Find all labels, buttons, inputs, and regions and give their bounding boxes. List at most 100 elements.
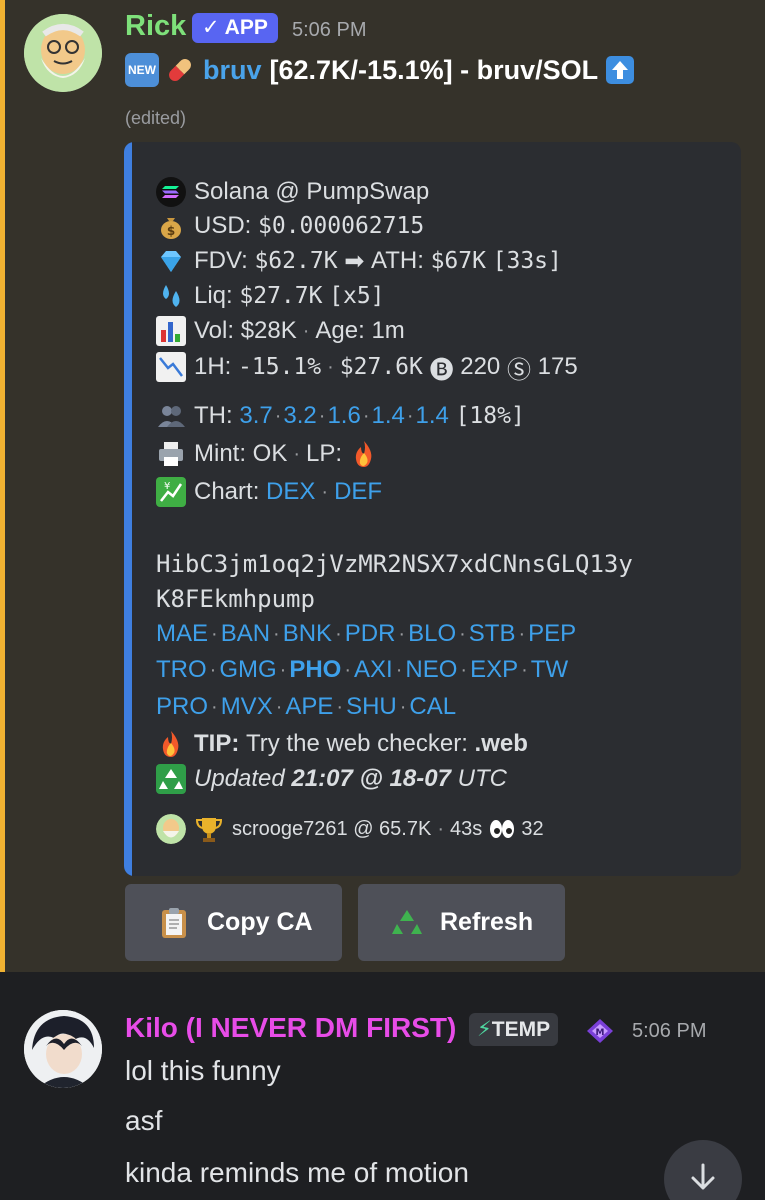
mention-highlight-bar bbox=[0, 0, 5, 972]
embed-accent-bar bbox=[124, 142, 132, 876]
kilo-message-line: asf bbox=[125, 1105, 163, 1136]
quick-link[interactable]: PDR bbox=[345, 620, 396, 648]
h1-volume: $27.6K bbox=[339, 354, 423, 380]
rick-timestamp: 5:06 PM bbox=[292, 19, 367, 41]
quick-link[interactable]: BLO bbox=[408, 620, 456, 648]
fire-icon bbox=[156, 729, 186, 759]
th-value[interactable]: 3.2 bbox=[283, 402, 316, 430]
h1-label: 1H: bbox=[194, 353, 232, 380]
money-bag-icon: $ bbox=[156, 211, 186, 241]
footer-time: 43s bbox=[450, 817, 483, 840]
gem-icon bbox=[156, 246, 186, 276]
copy-ca-button[interactable]: Copy CA bbox=[125, 884, 342, 961]
quick-link[interactable]: STB bbox=[469, 620, 516, 648]
fire-icon bbox=[349, 439, 379, 469]
arrow-down-icon bbox=[687, 1161, 719, 1198]
embed-chart-row: ¥ Chart: DEX · DEF bbox=[156, 475, 382, 509]
th-value[interactable]: 1.4 bbox=[416, 402, 449, 430]
quick-link[interactable]: MVX bbox=[221, 693, 273, 721]
embed-usd-row: $ USD: $0.000062715 bbox=[156, 209, 424, 243]
quick-link[interactable]: EXP bbox=[470, 656, 518, 684]
updated-time: 21:07 @ 18-07 bbox=[291, 765, 451, 792]
embed-vol-row: Vol: $28K · Age: 1m bbox=[156, 314, 405, 348]
tip-command: .web bbox=[474, 730, 528, 757]
ath-time: [33s] bbox=[492, 248, 562, 274]
title-text: [62.7K/-15.1%] - bruv/SOL bbox=[269, 54, 599, 85]
rick-username[interactable]: Rick bbox=[125, 10, 186, 43]
quick-link[interactable]: BNK bbox=[283, 620, 332, 648]
def-link[interactable]: DEF bbox=[334, 478, 382, 506]
lightning-icon: ⚡ bbox=[477, 1018, 492, 1041]
svg-text:¥: ¥ bbox=[164, 481, 170, 492]
h1-change: -15.1% bbox=[238, 354, 322, 380]
holders-icon bbox=[156, 401, 186, 431]
jump-to-bottom-button[interactable] bbox=[664, 1140, 742, 1200]
eyes-icon bbox=[488, 817, 516, 841]
usd-label: USD: bbox=[194, 212, 252, 239]
chart-label: Chart: bbox=[194, 478, 260, 505]
ath-value: $67K bbox=[430, 248, 486, 274]
svg-text:M: M bbox=[596, 1028, 605, 1038]
liq-value: $27.7K bbox=[239, 283, 323, 309]
sells-count: 175 bbox=[537, 353, 578, 380]
quick-link[interactable]: NEO bbox=[405, 656, 457, 684]
lp-label: LP: bbox=[306, 440, 343, 467]
updated-tz: UTC bbox=[457, 765, 507, 792]
kilo-message-line: lol this funny bbox=[125, 1055, 281, 1086]
solana-icon bbox=[156, 177, 186, 207]
embed-chain-row: Solana @ PumpSwap bbox=[156, 175, 429, 209]
server-tag-icon: M bbox=[586, 1018, 614, 1044]
quick-link[interactable]: BAN bbox=[221, 620, 270, 648]
arrow-right-icon: ➡ bbox=[344, 247, 365, 275]
contract-address-line2[interactable]: K8FEkmhpump bbox=[156, 582, 315, 616]
embed-tip-row: TIP: Try the web checker: .web bbox=[156, 727, 528, 761]
kilo-message-line: kinda reminds me of motion bbox=[125, 1157, 469, 1188]
quick-link[interactable]: TRO bbox=[156, 656, 207, 684]
quick-link[interactable]: MAE bbox=[156, 620, 208, 648]
th-value[interactable]: 1.6 bbox=[327, 402, 360, 430]
fdv-value: $62.7K bbox=[254, 248, 338, 274]
links-row-1: MAE · BAN · BNK · PDR · BLO · STB · PEP bbox=[156, 620, 577, 648]
refresh-button[interactable]: Refresh bbox=[358, 884, 565, 961]
pill-icon bbox=[163, 53, 197, 87]
token-link[interactable]: bruv bbox=[203, 55, 262, 86]
footer-avatar-icon bbox=[156, 814, 186, 844]
buy-icon: 🅑 bbox=[429, 356, 454, 384]
vol-label: Vol: $28K bbox=[194, 317, 297, 344]
contract-address-line1[interactable]: HibC3jm1oq2jVzMR2NSX7xdCNnsGLQ13y bbox=[156, 547, 633, 581]
quick-link[interactable]: APE bbox=[285, 693, 333, 721]
bar-chart-icon bbox=[156, 316, 186, 346]
quick-link[interactable]: CAL bbox=[409, 693, 456, 721]
mint-label: Mint: OK bbox=[194, 440, 288, 467]
fdv-label: FDV: bbox=[194, 247, 248, 274]
quick-link[interactable]: AXI bbox=[354, 656, 393, 684]
quick-link[interactable]: SHU bbox=[346, 693, 397, 721]
liq-label: Liq: bbox=[194, 282, 233, 309]
recycle-icon bbox=[390, 906, 424, 940]
th-label: TH: bbox=[194, 402, 233, 429]
copy-ca-label: Copy CA bbox=[207, 908, 313, 936]
footer-user: scrooge7261 @ 65.7K bbox=[232, 817, 432, 840]
quick-link[interactable]: GMG bbox=[219, 656, 276, 684]
kilo-username[interactable]: Kilo (I NEVER DM FIRST) bbox=[125, 1012, 456, 1044]
updated-label: Updated bbox=[194, 765, 285, 792]
quick-link[interactable]: TW bbox=[531, 656, 568, 684]
th-value[interactable]: 3.7 bbox=[239, 402, 272, 430]
quick-link[interactable]: PEP bbox=[528, 620, 576, 648]
embed-footer: scrooge7261 @ 65.7K · 43s 32 bbox=[156, 812, 544, 846]
printer-icon bbox=[156, 439, 186, 469]
dex-link[interactable]: DEX bbox=[266, 478, 315, 506]
kilo-avatar[interactable] bbox=[24, 1010, 102, 1088]
up-arrow-icon bbox=[606, 56, 635, 84]
quick-link-active[interactable]: PHO bbox=[289, 656, 341, 684]
links-row-2: TRO · GMG · PHO · AXI · NEO · EXP · TW bbox=[156, 656, 569, 684]
rick-avatar[interactable] bbox=[24, 14, 102, 92]
quick-link[interactable]: PRO bbox=[156, 693, 208, 721]
yen-chart-icon: ¥ bbox=[156, 477, 186, 507]
new-icon: NEW bbox=[125, 53, 159, 87]
tip-label: TIP: bbox=[194, 730, 240, 757]
edited-label: (edited) bbox=[125, 108, 187, 128]
ath-label: ATH: bbox=[371, 247, 424, 274]
droplets-icon bbox=[156, 281, 186, 311]
th-value[interactable]: 1.4 bbox=[371, 402, 404, 430]
